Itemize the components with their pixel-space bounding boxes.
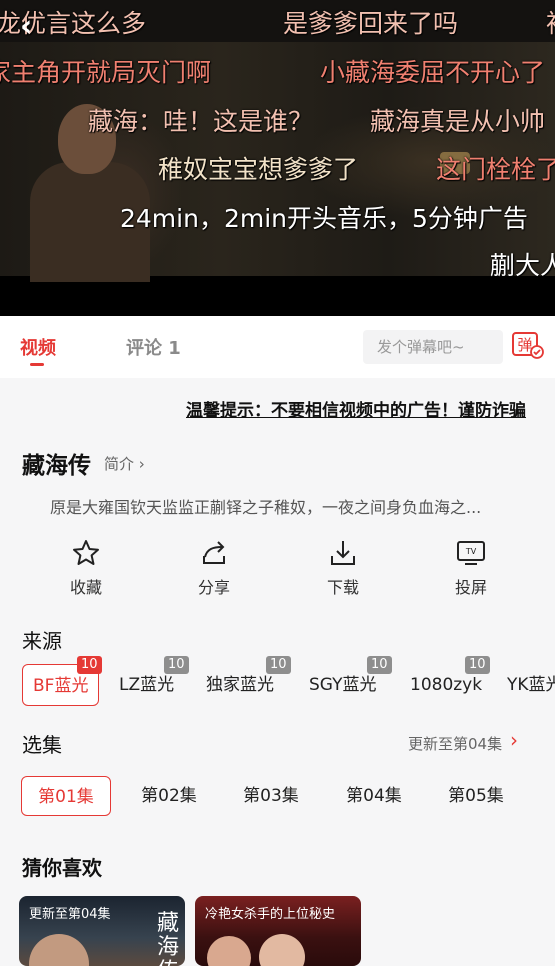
danmaku-item: 家主角开就局灭门啊 — [0, 58, 212, 87]
poster-face — [29, 934, 89, 966]
show-description[interactable]: 原是大雍国钦天监监正蒯铎之子稚奴，一夜之间身负血海之... — [50, 494, 520, 518]
cast-label: 投屏 — [454, 578, 487, 597]
danmaku-item: 稚奴宝宝想爹爹了 — [158, 155, 359, 184]
show-title: 藏海传 — [22, 453, 91, 479]
source-option[interactable]: YK蓝光 — [497, 664, 555, 706]
video-player[interactable]: 龙优言这么多 是爹爹回来了吗 裕 家主角开就局灭门啊 小藏海委屈不开心了 藏海：… — [0, 0, 555, 316]
poster-face — [207, 936, 251, 966]
share-label: 分享 — [197, 578, 230, 597]
download-button[interactable]: 下载 — [303, 538, 383, 598]
source-count-badge: 10 — [367, 656, 392, 674]
star-icon — [73, 540, 99, 565]
favorite-label: 收藏 — [69, 578, 102, 597]
recommend-card[interactable]: 冷艳女杀手的上位秘史 — [195, 896, 361, 966]
danmaku-item: 这门栓栓了 — [436, 155, 555, 184]
danmaku-item: 藏海：哇！这是谁？ — [88, 107, 314, 136]
danmaku-item: 小藏海委屈不开心了 — [320, 58, 546, 87]
download-icon — [331, 541, 355, 565]
source-count-badge: 10 — [77, 656, 102, 674]
poster-title: 藏海传 — [157, 911, 180, 966]
danmaku-item: 24min，2min开头音乐，5分钟广告 — [120, 204, 528, 233]
danmaku-item: 藏海真是从小帅 — [370, 107, 546, 136]
episode-button[interactable]: 第05集 — [431, 776, 521, 816]
intro-link[interactable]: 简介 › — [104, 453, 145, 474]
danmaku-item: 蒯大人 — [490, 251, 555, 280]
share-button[interactable]: 分享 — [174, 538, 254, 598]
share-icon — [203, 541, 225, 564]
download-label: 下载 — [326, 578, 359, 597]
source-count-badge: 10 — [266, 656, 291, 674]
notice-marquee: 温馨提示：不要相信视频中的广告！谨防诈骗 — [186, 401, 526, 421]
episode-button[interactable]: 第04集 — [329, 776, 419, 816]
poster-face — [259, 934, 305, 966]
danmaku-toggle-icon[interactable]: 弹 — [512, 332, 544, 360]
chevron-right-icon[interactable]: › — [510, 728, 518, 752]
source-count-badge: 10 — [164, 656, 189, 674]
danmaku-item: 裕 — [546, 4, 555, 40]
card-caption: 更新至第04集 — [29, 907, 111, 922]
episodes-title: 选集 — [22, 733, 62, 757]
episode-button[interactable]: 第01集 — [21, 776, 111, 816]
tab-comment[interactable]: 评论 1 — [126, 334, 181, 360]
active-tab-indicator — [30, 363, 44, 366]
back-button[interactable]: ‹ — [20, 12, 46, 46]
episode-button[interactable]: 第03集 — [226, 776, 316, 816]
tv-icon: TV — [457, 541, 485, 565]
source-count-badge: 10 — [465, 656, 490, 674]
danmaku-input[interactable]: 发个弹幕吧~ — [363, 330, 503, 364]
danmaku-item: 是爹爹回来了吗 — [283, 9, 459, 38]
card-caption: 冷艳女杀手的上位秘史 — [205, 907, 336, 922]
sources-title: 来源 — [22, 629, 62, 653]
detail-tab-bar: 视频 评论 1 发个弹幕吧~ 弹 — [0, 316, 555, 378]
source-clip: YK蓝光 — [497, 664, 555, 706]
favorite-button[interactable]: 收藏 — [46, 538, 126, 598]
svg-text:TV: TV — [465, 547, 477, 556]
recommend-card[interactable]: 更新至第04集 藏海传 — [19, 896, 185, 966]
recommend-title: 猜你喜欢 — [22, 856, 102, 880]
cast-button[interactable]: TV 投屏 — [431, 538, 511, 598]
update-status-link[interactable]: 更新至第04集 — [408, 733, 502, 754]
episode-button[interactable]: 第02集 — [124, 776, 214, 816]
tab-video[interactable]: 视频 — [20, 334, 56, 360]
